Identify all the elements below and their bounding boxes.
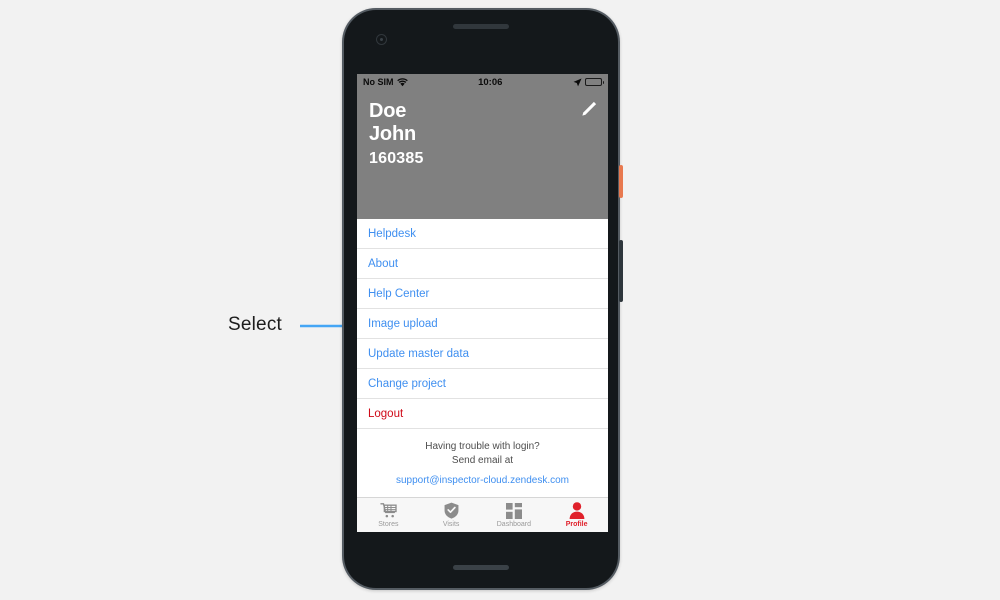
shield-check-icon: [444, 502, 459, 519]
menu-item-help-center[interactable]: Help Center: [357, 279, 608, 309]
edit-profile-button[interactable]: [578, 100, 598, 120]
volume-button[interactable]: [619, 240, 623, 302]
tab-label: Stores: [378, 521, 399, 528]
carrier-label: No SIM: [363, 77, 394, 87]
bottom-tab-bar: Stores Visits Dashboard Profile: [357, 497, 608, 532]
status-bar-time: 10:06: [478, 76, 503, 88]
menu-item-about[interactable]: About: [357, 249, 608, 279]
tab-visits[interactable]: Visits: [420, 498, 483, 532]
front-camera-icon: [376, 34, 387, 45]
phone-body: No SIM 10:06 Doe John 160385 Helpdesk Ab…: [344, 10, 618, 588]
pencil-icon: [582, 101, 597, 116]
support-block: Having trouble with login? Send email at…: [357, 429, 608, 494]
bottom-speaker-grille: [453, 565, 509, 570]
tab-label: Visits: [442, 521, 460, 528]
location-arrow-icon: [573, 77, 582, 86]
tab-label: Profile: [565, 521, 588, 528]
power-button[interactable]: [619, 165, 623, 198]
tab-label: Dashboard: [496, 521, 531, 528]
tab-dashboard[interactable]: Dashboard: [483, 498, 546, 532]
wifi-icon: [396, 77, 408, 86]
profile-first-name: John: [369, 123, 416, 146]
support-email-link[interactable]: support@inspector-cloud.zendesk.com: [365, 475, 600, 486]
menu-item-helpdesk[interactable]: Helpdesk: [357, 219, 608, 249]
tab-stores[interactable]: Stores: [357, 498, 420, 532]
phone-device-frame: No SIM 10:06 Doe John 160385 Helpdesk Ab…: [342, 8, 620, 590]
profile-user-id: 160385: [369, 149, 424, 167]
person-icon: [569, 502, 585, 519]
earpiece-speaker: [453, 24, 509, 29]
status-bar-right: [573, 77, 604, 87]
dashboard-grid-icon: [505, 502, 522, 519]
shopping-cart-icon: [380, 502, 397, 519]
profile-last-name: Doe: [369, 100, 407, 122]
menu-item-change-project[interactable]: Change project: [357, 369, 608, 399]
battery-icon: [585, 78, 604, 86]
tab-profile[interactable]: Profile: [545, 498, 608, 532]
status-bar-left: No SIM: [363, 77, 408, 87]
annotation-label: Select: [228, 314, 283, 335]
profile-header: Doe John 160385: [357, 90, 608, 219]
menu-item-image-upload[interactable]: Image upload: [357, 309, 608, 339]
menu-item-logout[interactable]: Logout: [357, 399, 608, 429]
status-bar: No SIM 10:06: [357, 74, 608, 90]
support-line-2: Send email at: [451, 454, 514, 466]
phone-screen: No SIM 10:06 Doe John 160385 Helpdesk Ab…: [357, 74, 608, 532]
support-line-1: Having trouble with login?: [425, 441, 540, 452]
profile-menu-list: Helpdesk About Help Center Image upload Upda…: [357, 219, 608, 429]
menu-item-update-master-data[interactable]: Update master data: [357, 339, 608, 369]
